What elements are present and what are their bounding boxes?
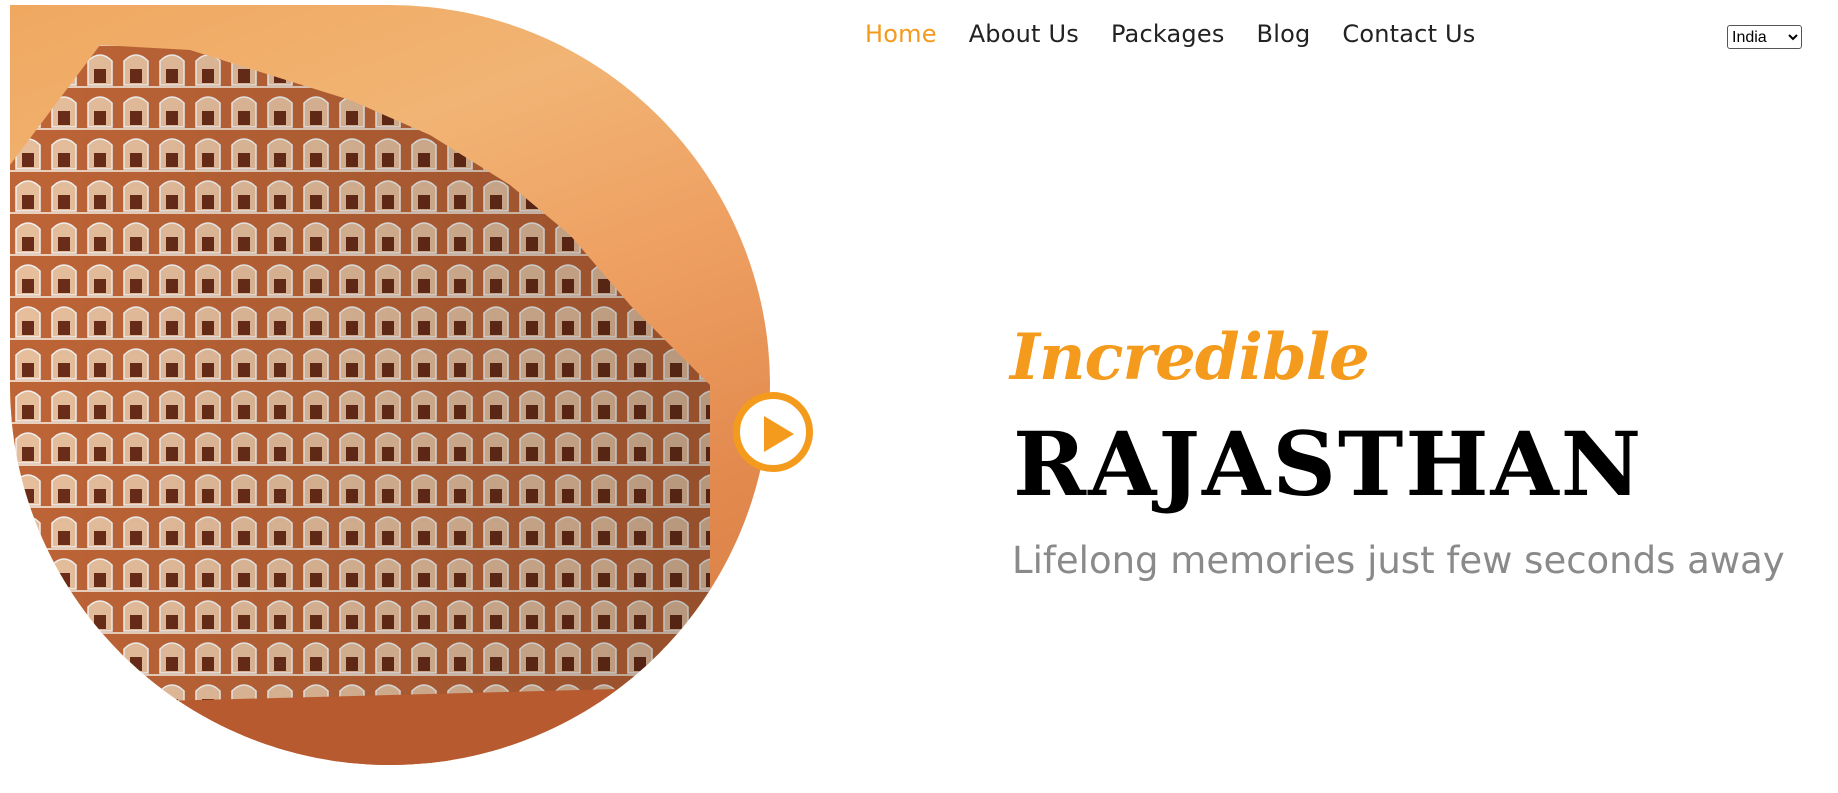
country-select[interactable]: India (1727, 25, 1802, 49)
hawa-mahal-illustration (10, 45, 770, 765)
main-nav: Home About Us Packages Blog Contact Us (865, 20, 1475, 48)
hero-subtitle: Lifelong memories just few seconds away (1012, 539, 1785, 582)
play-icon (764, 416, 794, 452)
nav-item-packages[interactable]: Packages (1111, 20, 1225, 48)
hero-title: RAJASTHAN (1013, 412, 1644, 516)
nav-item-contact-us[interactable]: Contact Us (1342, 20, 1475, 48)
nav-item-blog[interactable]: Blog (1257, 20, 1311, 48)
nav-item-home[interactable]: Home (865, 20, 937, 48)
hero-kicker: Incredible (1010, 320, 1370, 395)
nav-item-about-us[interactable]: About Us (969, 20, 1079, 48)
hero-image-hawa-mahal (10, 5, 770, 765)
play-video-button[interactable] (733, 392, 813, 472)
